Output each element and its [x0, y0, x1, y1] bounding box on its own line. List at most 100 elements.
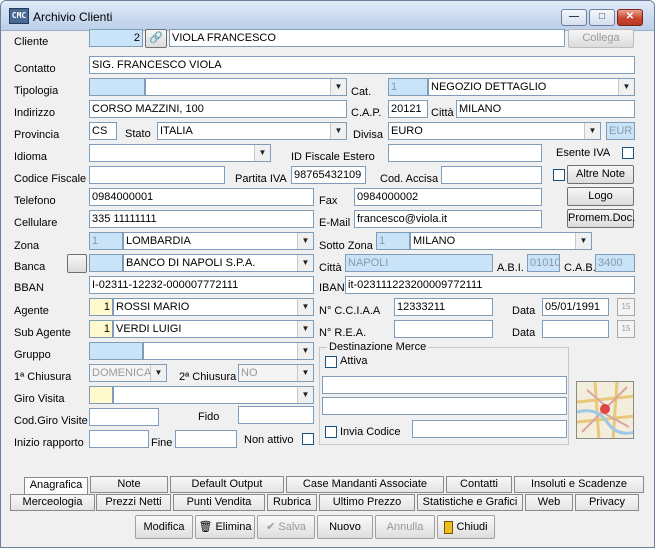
- tab-note[interactable]: Note: [90, 476, 168, 493]
- promem-doc-button[interactable]: Promem.Doc.: [567, 209, 635, 228]
- invia-codice-field[interactable]: [412, 420, 567, 438]
- id-fiscale-field[interactable]: [388, 144, 542, 162]
- cat-code-field[interactable]: 1: [388, 78, 428, 96]
- cat-dropdown[interactable]: NEGOZIO DETTAGLIO ▼: [428, 78, 635, 96]
- logo-button[interactable]: Logo: [567, 187, 634, 206]
- minimize-button[interactable]: —: [561, 9, 587, 26]
- stato-dropdown[interactable]: ITALIA ▼: [157, 122, 347, 140]
- tab-privacy[interactable]: Privacy: [575, 494, 639, 511]
- close-button[interactable]: ✕: [617, 9, 643, 26]
- cap-field[interactable]: 20121: [388, 100, 428, 118]
- altre-note-checkbox[interactable]: [553, 169, 565, 181]
- fido-field[interactable]: [238, 406, 314, 424]
- giro-visita-code-field[interactable]: [89, 386, 113, 404]
- cliente-code-field[interactable]: 2: [89, 29, 143, 47]
- link-icon-button[interactable]: 🔗: [145, 29, 167, 48]
- chevron-down-icon: ▼: [330, 123, 346, 139]
- banca-code-field[interactable]: [89, 254, 123, 272]
- tab-merceologia[interactable]: Merceologia: [10, 494, 95, 511]
- fax-field[interactable]: 0984000002: [354, 188, 542, 206]
- banca-lookup-button[interactable]: [67, 254, 87, 273]
- abi-field[interactable]: 01010: [527, 254, 560, 272]
- agente-dropdown[interactable]: ROSSI MARIO ▼: [113, 298, 314, 316]
- tab-ultimo-prezzo[interactable]: Ultimo Prezzo: [319, 494, 415, 511]
- zona-dropdown[interactable]: LOMBARDIA ▼: [123, 232, 314, 250]
- tab-prezzi-netti[interactable]: Prezzi Netti: [96, 494, 171, 511]
- checkmark-icon: ✔: [266, 521, 276, 533]
- calendar-icon[interactable]: 15: [617, 320, 635, 338]
- banca-citta-field[interactable]: NAPOLI: [345, 254, 493, 272]
- contatto-field[interactable]: SIG. FRANCESCO VIOLA: [89, 56, 635, 74]
- tipologia-code-field[interactable]: [89, 78, 145, 96]
- inizio-field[interactable]: [89, 430, 149, 448]
- divisa-code-field[interactable]: EUR: [606, 122, 635, 140]
- chevron-down-icon: ▼: [150, 365, 166, 381]
- maximize-button[interactable]: □: [589, 9, 615, 26]
- cab-field[interactable]: 3400: [595, 254, 635, 272]
- codice-fiscale-field[interactable]: [89, 166, 225, 184]
- calendar-icon[interactable]: 15: [617, 298, 635, 316]
- altre-note-button[interactable]: Altre Note: [567, 165, 634, 184]
- invia-codice-checkbox[interactable]: [325, 426, 337, 438]
- gruppo-dropdown[interactable]: ▼: [143, 342, 314, 360]
- divisa-dropdown[interactable]: EURO ▼: [388, 122, 601, 140]
- tab-insoluti-e-scadenze[interactable]: Insoluti e Scadenze: [514, 476, 644, 493]
- elimina-button[interactable]: 🗑 Elimina: [195, 515, 255, 539]
- link-icon: 🔗: [149, 32, 163, 44]
- data1-field[interactable]: 05/01/1991: [542, 298, 609, 316]
- iban-field[interactable]: it-023111223200009772111: [345, 276, 635, 294]
- zona-code-field[interactable]: 1: [89, 232, 123, 250]
- data2-field[interactable]: [542, 320, 609, 338]
- invia-codice-label: Invia Codice: [340, 426, 401, 438]
- sub-agente-dropdown[interactable]: VERDI LUIGI ▼: [113, 320, 314, 338]
- modifica-button[interactable]: Modifica: [135, 515, 193, 539]
- attiva-checkbox[interactable]: [325, 356, 337, 368]
- agente-code-field[interactable]: 1: [89, 298, 113, 316]
- tab-punti-vendita[interactable]: Punti Vendita: [173, 494, 265, 511]
- destinazione-line1-field[interactable]: [322, 376, 567, 394]
- chiudi-button[interactable]: Chiudi: [437, 515, 495, 539]
- cod-giro-field[interactable]: [89, 408, 159, 426]
- bban-field[interactable]: I-02311-12232-000007772111: [89, 276, 314, 294]
- chiusura2-dropdown[interactable]: NO ▼: [238, 364, 314, 382]
- chevron-down-icon: ▼: [297, 299, 313, 315]
- tab-contatti[interactable]: Contatti: [446, 476, 512, 493]
- citta-field[interactable]: MILANO: [456, 100, 635, 118]
- sotto-zona-dropdown[interactable]: MILANO ▼: [410, 232, 592, 250]
- window-title: Archivio Clienti: [33, 10, 113, 24]
- sub-agente-code-field[interactable]: 1: [89, 320, 113, 338]
- salva-button[interactable]: ✔ Salva: [257, 515, 315, 539]
- gruppo-code-field[interactable]: [89, 342, 143, 360]
- idioma-dropdown[interactable]: ▼: [89, 144, 271, 162]
- cciaa-field[interactable]: 12333211: [394, 298, 493, 316]
- cod-accisa-field[interactable]: [441, 166, 542, 184]
- provincia-field[interactable]: CS: [89, 122, 117, 140]
- giro-visita-dropdown[interactable]: ▼: [113, 386, 314, 404]
- iban-label: IBAN: [319, 282, 345, 294]
- rea-field[interactable]: [394, 320, 493, 338]
- esente-iva-checkbox[interactable]: [622, 147, 634, 159]
- tab-case-mandanti-associate[interactable]: Case Mandanti Associate: [286, 476, 444, 493]
- tab-statistiche-e-grafici[interactable]: Statistiche e Grafici: [417, 494, 523, 511]
- non-attivo-checkbox[interactable]: [302, 433, 314, 445]
- sotto-zona-code-field[interactable]: 1: [376, 232, 410, 250]
- cliente-name-field[interactable]: VIOLA FRANCESCO: [169, 29, 565, 47]
- email-field[interactable]: francesco@viola.it: [354, 210, 542, 228]
- annulla-button[interactable]: Annulla: [375, 515, 435, 539]
- destinazione-line2-field[interactable]: [322, 397, 567, 415]
- cellulare-field[interactable]: 335 11111111: [89, 210, 314, 228]
- tab-default-output[interactable]: Default Output: [170, 476, 284, 493]
- collega-button[interactable]: Collega: [568, 29, 634, 48]
- telefono-field[interactable]: 0984000001: [89, 188, 314, 206]
- fine-field[interactable]: [175, 430, 237, 448]
- map-icon[interactable]: [576, 381, 634, 439]
- nuovo-button[interactable]: Nuovo: [317, 515, 373, 539]
- banca-dropdown[interactable]: BANCO DI NAPOLI S.P.A. ▼: [123, 254, 314, 272]
- chiusura1-dropdown[interactable]: DOMENICA ▼: [89, 364, 167, 382]
- tab-web[interactable]: Web: [525, 494, 573, 511]
- partita-iva-field[interactable]: 98765432109: [291, 166, 366, 184]
- cod-accisa-label: Cod. Accisa: [380, 173, 439, 185]
- tipologia-dropdown[interactable]: ▼: [145, 78, 347, 96]
- tab-rubrica[interactable]: Rubrica: [267, 494, 317, 511]
- indirizzo-field[interactable]: CORSO MAZZINI, 100: [89, 100, 347, 118]
